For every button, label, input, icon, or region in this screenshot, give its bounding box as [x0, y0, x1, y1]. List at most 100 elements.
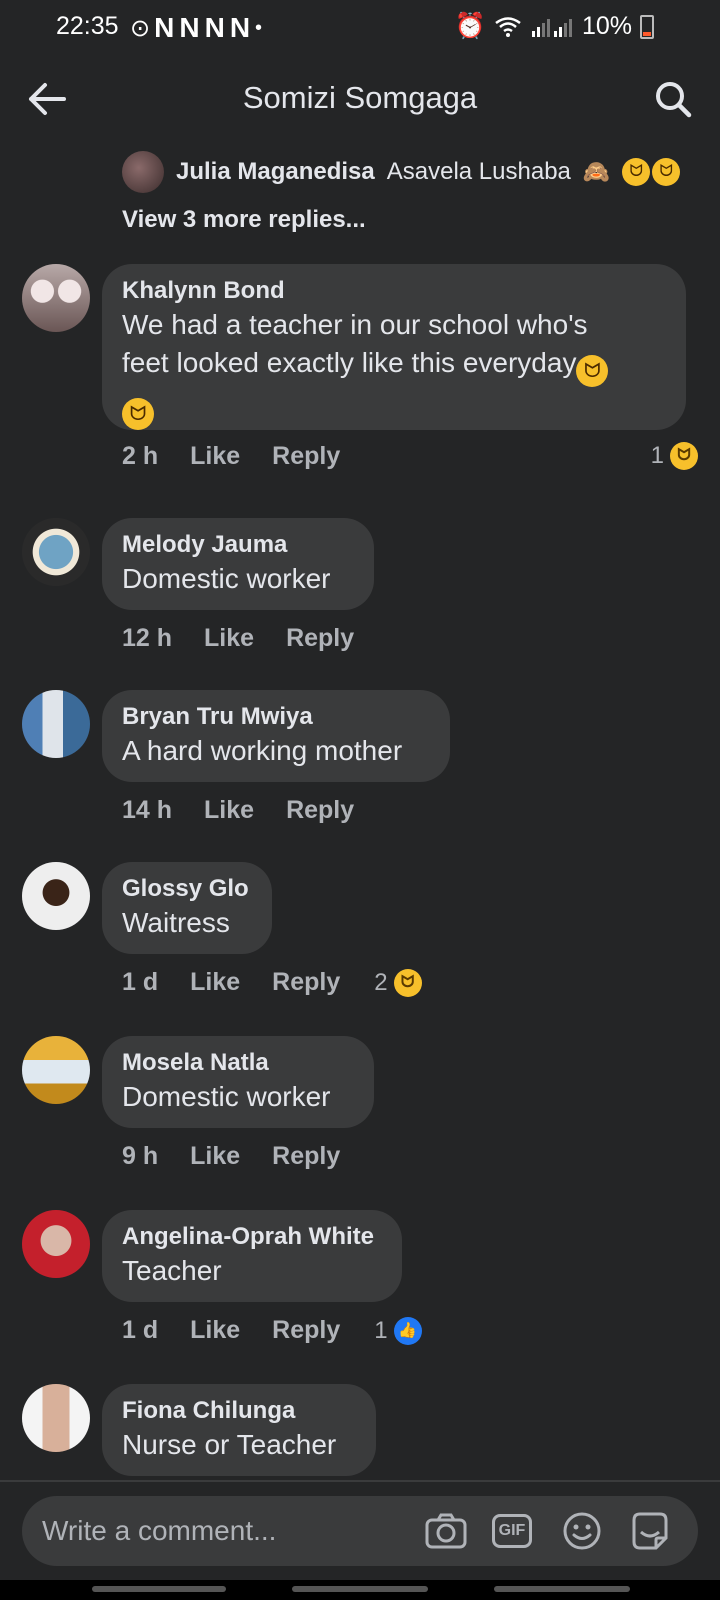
gif-button[interactable]: GIF [490, 1509, 534, 1553]
nav-back-handle[interactable] [494, 1586, 630, 1592]
comment-composer: GIF [22, 1496, 698, 1566]
avatar[interactable] [22, 1384, 90, 1452]
comment-text: Domestic worker [122, 563, 331, 594]
comment-actions: 2 h Like Reply [122, 442, 340, 471]
comment-input[interactable] [42, 1496, 422, 1566]
reaction-summary[interactable]: 1 👍 [374, 1316, 422, 1345]
thumbs-up-icon: 👍 [393, 1316, 422, 1345]
monkey-emoji-icon: 🙈 [582, 159, 611, 184]
comment-author[interactable]: Glossy Glo [122, 874, 252, 904]
reply-button[interactable]: Reply [272, 968, 340, 997]
avatar[interactable] [22, 518, 90, 586]
comment-author[interactable]: Khalynn Bond [122, 276, 666, 306]
signal-icon [531, 18, 572, 37]
sticker-icon [632, 1512, 668, 1550]
comment-time: 12 h [122, 624, 173, 652]
reaction-count: 1 [650, 442, 664, 469]
reaction-summary[interactable]: 2 ᗢ [374, 968, 422, 997]
comment-author[interactable]: Mosela Natla [122, 1048, 354, 1078]
comment-text: Domestic worker [122, 1081, 331, 1112]
rofl-emoji-icon: ᗢ [622, 158, 651, 186]
dot-icon: • [255, 16, 263, 39]
reply-button[interactable]: Reply [286, 796, 354, 825]
comment-actions: 1 d Like Reply 2 ᗢ [122, 968, 422, 997]
netflix-icon: N [179, 12, 201, 43]
rofl-emoji-icon: ᗢ [652, 158, 681, 186]
laugh-emoji-icon: ᗢ [670, 442, 698, 470]
system-nav-bar [0, 1580, 720, 1600]
comment-time: 1 d [122, 1316, 159, 1344]
status-time: 22:35 [56, 12, 119, 40]
like-button[interactable]: Like [190, 968, 240, 997]
sync-icon: ⊙ [130, 14, 151, 42]
comment-text-line: We had a teacher in our school who's [122, 309, 588, 340]
search-button[interactable] [648, 74, 698, 124]
comment-text: A hard working mother [122, 735, 403, 766]
like-button[interactable]: Like [190, 442, 240, 471]
reply-button[interactable]: Reply [272, 1142, 340, 1171]
nav-recent-handle[interactable] [92, 1586, 226, 1592]
comment-text: Nurse or Teacher [122, 1429, 337, 1460]
nav-home-handle[interactable] [292, 1586, 428, 1592]
emoji-button[interactable] [560, 1509, 604, 1553]
camera-icon [425, 1513, 467, 1549]
like-button[interactable]: Like [204, 624, 254, 653]
comment-bubble[interactable]: Glossy Glo Waitress [102, 862, 272, 954]
battery-icon [640, 14, 654, 39]
comment-actions: 12 h Like Reply [122, 624, 354, 653]
comment-time: 14 h [122, 796, 173, 824]
battery-percent: 10% [581, 12, 632, 40]
reply-author: Julia Maganedisa [176, 158, 375, 185]
avatar[interactable] [22, 264, 90, 332]
gif-icon: GIF [491, 1514, 533, 1548]
laugh-emoji-icon: ᗢ [393, 968, 422, 997]
reaction-summary[interactable]: 1 ᗢ [651, 442, 698, 470]
comment-time: 1 d [122, 968, 159, 996]
view-more-replies-link[interactable]: View 3 more replies... [122, 206, 366, 234]
page-title: Somizi Somgaga [242, 80, 478, 115]
avatar[interactable] [22, 1036, 90, 1104]
wifi-icon [495, 16, 521, 37]
avatar[interactable] [22, 690, 90, 758]
reply-preview[interactable]: Julia Maganedisa Asavela Lushaba 🙈 ᗢ ᗢ [122, 150, 681, 194]
tears-of-joy-emoji-icon: ᗢ [122, 398, 154, 430]
tears-of-joy-emoji-icon: ᗢ [576, 355, 609, 387]
comment-actions: 9 h Like Reply [122, 1142, 340, 1171]
system-icons: ⏰ 10% [455, 12, 654, 41]
reply-button[interactable]: Reply [272, 1316, 340, 1345]
alarm-icon: ⏰ [454, 12, 486, 40]
comment-bubble[interactable]: Mosela Natla Domestic worker [102, 1036, 374, 1128]
like-button[interactable]: Like [190, 1316, 240, 1345]
comment-author[interactable]: Melody Jauma [122, 530, 354, 560]
avatar [122, 151, 164, 193]
comment-bubble[interactable]: Bryan Tru Mwiya A hard working mother [102, 690, 450, 782]
comment-bubble[interactable]: Angelina-Oprah White Teacher [102, 1210, 402, 1302]
sticker-button[interactable] [628, 1509, 672, 1553]
comment-actions: 14 h Like Reply [122, 796, 354, 825]
reply-button[interactable]: Reply [286, 624, 354, 653]
app-header: Somizi Somgaga [0, 56, 720, 142]
netflix-icon: N [229, 12, 252, 43]
reaction-count: 2 [374, 968, 388, 996]
comment-author[interactable]: Angelina-Oprah White [122, 1222, 382, 1252]
search-icon [656, 82, 692, 118]
camera-button[interactable] [424, 1509, 468, 1553]
comment-text: Waitress [122, 907, 230, 938]
comment-actions: 1 d Like Reply 1 👍 [122, 1316, 422, 1345]
reply-text: Asavela Lushaba [386, 158, 571, 185]
netflix-icon: N [154, 12, 176, 43]
like-button[interactable]: Like [204, 796, 254, 825]
reply-button[interactable]: Reply [272, 442, 340, 471]
comment-text: Teacher [122, 1255, 222, 1286]
avatar[interactable] [22, 862, 90, 930]
like-button[interactable]: Like [190, 1142, 240, 1171]
comment-bubble[interactable]: Khalynn Bond We had a teacher in our sch… [102, 264, 686, 430]
comment-author[interactable]: Fiona Chilunga [122, 1396, 356, 1426]
smiley-icon [563, 1512, 601, 1550]
comment-bubble[interactable]: Fiona Chilunga Nurse or Teacher [102, 1384, 376, 1476]
status-bar: 22:35 ⊙ N N N N • ⏰ 10% [0, 0, 720, 52]
netflix-icon: N [204, 12, 226, 43]
comment-bubble[interactable]: Melody Jauma Domestic worker [102, 518, 374, 610]
avatar[interactable] [22, 1210, 90, 1278]
comment-author[interactable]: Bryan Tru Mwiya [122, 702, 430, 732]
